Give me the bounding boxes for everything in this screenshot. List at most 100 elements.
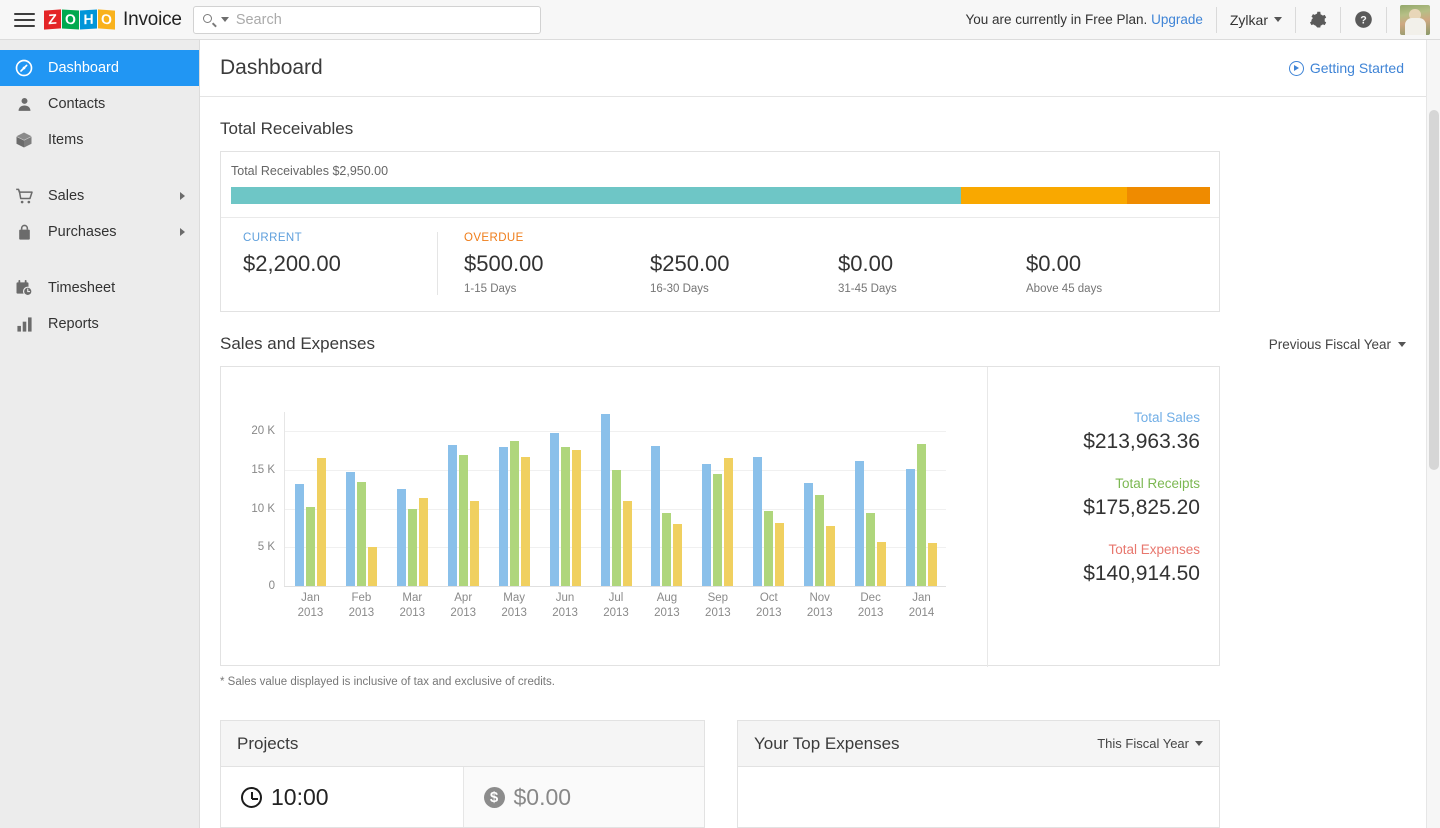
chart-bar-receipts[interactable] — [356, 481, 366, 586]
search-bar[interactable] — [192, 5, 541, 34]
scrollbar-thumb[interactable] — [1429, 110, 1439, 470]
chart-bar-receipts[interactable] — [713, 473, 723, 586]
sidebar-item-items[interactable]: Items — [0, 122, 199, 158]
help-icon[interactable]: ? — [1354, 10, 1373, 29]
chart-bar-sales[interactable] — [294, 483, 304, 586]
chart-bar-sales[interactable] — [345, 471, 355, 586]
chart-bar-group[interactable] — [855, 460, 887, 586]
search-scope-chevron-down-icon[interactable] — [220, 17, 229, 22]
chart-bar-sales[interactable] — [651, 446, 661, 586]
chart-bar-receipts[interactable] — [509, 440, 519, 586]
search-input[interactable] — [235, 11, 532, 28]
sidebar-item-reports[interactable]: Reports — [0, 306, 199, 342]
chart-y-tick-label: 15 K — [251, 464, 275, 476]
chart-bar-expenses[interactable] — [673, 524, 683, 586]
sales-expenses-chart: 05 K 10 K 15 K 20 K Jan 2013 Feb 2013 Mar 2013 Ap… — [221, 367, 987, 667]
getting-started-link[interactable]: Getting Started — [1288, 60, 1404, 76]
bar-segment-overdue-1-15 — [961, 187, 1127, 204]
fiscal-year-filter-label: Previous Fiscal Year — [1268, 336, 1391, 352]
chart-bar-group[interactable] — [651, 446, 683, 586]
chart-x-tick-year: 2013 — [399, 607, 426, 619]
chart-bar-sales[interactable] — [396, 489, 406, 586]
overdue-buckets: $500.00 1-15 Days $250.00 16-30 Days $0.… — [464, 251, 1214, 295]
top-expenses-filter[interactable]: This Fiscal Year — [1097, 736, 1203, 751]
chart-bar-expenses[interactable] — [826, 525, 836, 586]
chart-bar-receipts[interactable] — [458, 454, 468, 586]
chart-bar-expenses[interactable] — [418, 497, 428, 586]
chart-bar-expenses[interactable] — [877, 541, 887, 586]
chart-bar-receipts[interactable] — [305, 507, 315, 586]
top-expenses-body — [738, 767, 1219, 827]
chart-x-tick-label: Mar 2013 — [387, 591, 437, 621]
app-brand[interactable]: Z O H O Invoice — [44, 9, 182, 31]
chart-bar-expenses[interactable] — [469, 500, 479, 586]
chart-y-tick-label: 10 K — [251, 502, 275, 515]
chart-bar-group[interactable] — [600, 413, 632, 586]
chart-bar-expenses[interactable] — [316, 458, 326, 586]
chart-x-tick-year: 2013 — [348, 607, 375, 619]
chart-bar-expenses[interactable] — [367, 547, 377, 586]
chart-bar-receipts[interactable] — [866, 512, 876, 586]
chart-x-tick-year: 2014 — [908, 607, 935, 619]
bottom-cards-row: Projects 10:00 $ $0.00 Your Top Expenses — [220, 720, 1406, 828]
chart-bar-expenses[interactable] — [622, 500, 632, 586]
chart-bar-expenses[interactable] — [928, 543, 938, 586]
chart-bar-group[interactable] — [702, 458, 734, 586]
chart-bar-group[interactable] — [345, 471, 377, 586]
chart-bar-group[interactable] — [753, 456, 785, 586]
chart-y-tick-label: 0 — [268, 580, 275, 592]
chart-bar-receipts[interactable] — [815, 494, 825, 586]
sidebar-item-sales[interactable]: Sales — [0, 178, 199, 214]
chart-bar-group[interactable] — [906, 444, 938, 586]
chart-bar-receipts[interactable] — [407, 508, 417, 586]
gear-icon[interactable] — [1309, 11, 1327, 29]
chart-bar-sales[interactable] — [804, 483, 814, 586]
upgrade-link[interactable]: Upgrade — [1151, 12, 1203, 27]
main-content: Dashboard Getting Started Total Receivab… — [200, 40, 1426, 828]
chart-bar-sales[interactable] — [702, 463, 712, 586]
chart-x-tick-year: 2013 — [654, 607, 680, 619]
chart-x-axis-line — [284, 586, 946, 587]
chart-bar-group[interactable] — [294, 458, 326, 586]
sidebar-item-purchases[interactable]: Purchases — [0, 214, 199, 250]
chart-bar-sales[interactable] — [753, 456, 763, 586]
items-box-icon — [14, 130, 34, 150]
chart-bar-sales[interactable] — [600, 413, 610, 586]
chart-bar-expenses[interactable] — [571, 449, 581, 586]
sidebar-item-contacts[interactable]: Contacts — [0, 86, 199, 122]
chart-x-tick-month: Nov — [809, 592, 830, 604]
org-dropdown[interactable]: Zylkar — [1230, 12, 1282, 28]
chart-bar-expenses[interactable] — [775, 523, 785, 586]
chart-bar-expenses[interactable] — [520, 456, 530, 586]
sidebar-item-timesheet[interactable]: Timesheet — [0, 270, 199, 306]
chart-bar-sales[interactable] — [855, 460, 865, 586]
chart-x-tick-year: 2013 — [806, 607, 833, 619]
chart-bar-receipts[interactable] — [611, 470, 621, 586]
total-expenses: Total Expenses $140,914.50 — [1083, 542, 1200, 586]
chart-bar-sales[interactable] — [447, 445, 457, 586]
chart-bar-sales[interactable] — [906, 469, 916, 586]
chart-bar-receipts[interactable] — [662, 512, 672, 586]
chart-bar-group[interactable] — [549, 432, 581, 586]
chart-bar-receipts[interactable] — [560, 446, 570, 586]
chart-bar-group[interactable] — [447, 445, 479, 586]
chart-bar-sales[interactable] — [498, 446, 508, 586]
app-name: Invoice — [123, 8, 182, 30]
sales-expenses-totals: Total Sales $213,963.36 Total Receipts $… — [987, 367, 1219, 667]
chart-bar-expenses[interactable] — [724, 458, 734, 586]
chart-bar-receipts[interactable] — [917, 444, 927, 586]
hamburger-menu-icon[interactable] — [6, 0, 42, 40]
chart-bar-receipts[interactable] — [764, 511, 774, 586]
chart-bar-group[interactable] — [498, 440, 530, 586]
sidebar-item-dashboard[interactable]: Dashboard — [0, 50, 199, 86]
avatar[interactable] — [1400, 4, 1430, 35]
divider — [1295, 6, 1296, 33]
contacts-icon — [14, 94, 34, 114]
chart-bar-sales[interactable] — [549, 432, 559, 586]
chart-bar-group[interactable] — [396, 489, 428, 586]
chart-x-tick-year: 2013 — [755, 607, 782, 619]
chart-bar-group[interactable] — [804, 483, 836, 586]
fiscal-year-filter[interactable]: Previous Fiscal Year — [1269, 337, 1406, 352]
page-scrollbar[interactable] — [1426, 40, 1440, 828]
total-sales-label: Total Sales — [1133, 410, 1200, 425]
